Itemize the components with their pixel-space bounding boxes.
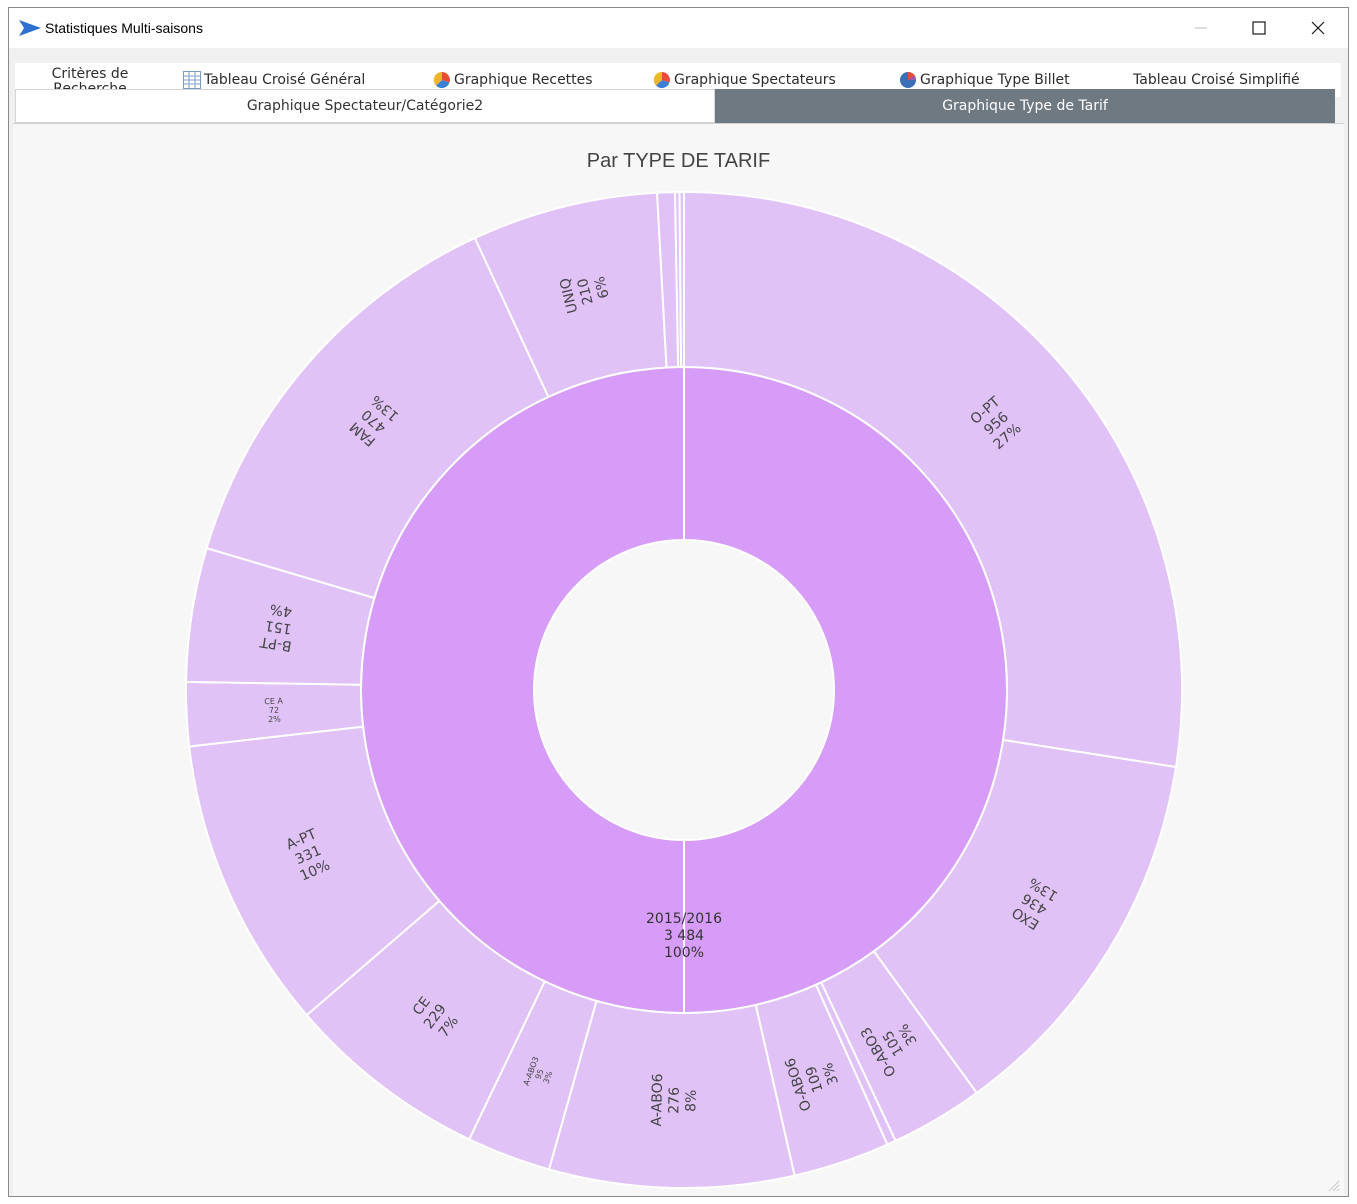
tab-label: Graphique Recettes — [454, 72, 593, 88]
pie-chart-icon — [653, 71, 670, 89]
close-button[interactable] — [1289, 8, 1347, 48]
maximize-button[interactable] — [1230, 8, 1288, 48]
segment-label-line: 276 — [666, 1087, 683, 1114]
window-title: Statistiques Multi-saisons — [45, 20, 203, 36]
tab-graphique-type-de-tarif[interactable]: Graphique Type de Tarif — [715, 89, 1335, 123]
sunburst-chart: 2015/20163 484100%O-PT95627%EXO43613%O-A… — [185, 190, 1183, 1189]
minimize-button[interactable] — [1172, 8, 1230, 48]
segment-label-line: 8% — [683, 1090, 700, 1113]
minimize-icon — [1195, 27, 1207, 29]
segment-label-line: 4% — [269, 600, 293, 619]
close-icon — [1311, 21, 1325, 35]
maximize-icon — [1252, 21, 1266, 35]
resize-grip-icon[interactable] — [1326, 1178, 1340, 1192]
pie-chart-icon — [433, 71, 450, 89]
tab-label: Tableau Croisé Général — [204, 72, 366, 88]
segment-label-line: CE A — [264, 696, 284, 706]
tab-label: Graphique Spectateurs — [674, 72, 836, 88]
app-window: Statistiques Multi-saisons Critères de R… — [8, 7, 1349, 1197]
app-arrow-icon — [19, 20, 41, 36]
root-label-line: 100% — [664, 945, 704, 961]
tab-label: Graphique Spectateur/Catégorie2 — [246, 98, 484, 114]
tab-graphique-spectateur-categorie2[interactable]: Graphique Spectateur/Catégorie2 — [15, 89, 715, 123]
tab-label: Tableau Croisé Simplifié — [1133, 72, 1300, 88]
tab-label: Graphique Type de Tarif — [942, 98, 1108, 114]
segment-label-line: 2% — [268, 714, 282, 724]
chart-panel: Par TYPE DE TARIF 2015/2016 3 484 100% O-PT… — [13, 123, 1344, 1196]
tab-label: Graphique Type Billet — [920, 72, 1070, 88]
root-label-line: 2015/2016 — [646, 911, 722, 927]
segment-label-line: 72 — [269, 706, 280, 715]
table-icon — [183, 71, 201, 89]
root-label-line: 3 484 — [664, 928, 704, 944]
pie-chart-blue-icon — [900, 71, 917, 88]
tab-strip-secondary: Graphique Spectateur/Catégorie2 Graphiqu… — [15, 89, 1341, 123]
sunburst-segment-unlabeled[interactable] — [678, 190, 685, 369]
segment-label-line: A-ABO6 — [649, 1073, 666, 1126]
title-bar: Statistiques Multi-saisons — [9, 8, 1348, 48]
